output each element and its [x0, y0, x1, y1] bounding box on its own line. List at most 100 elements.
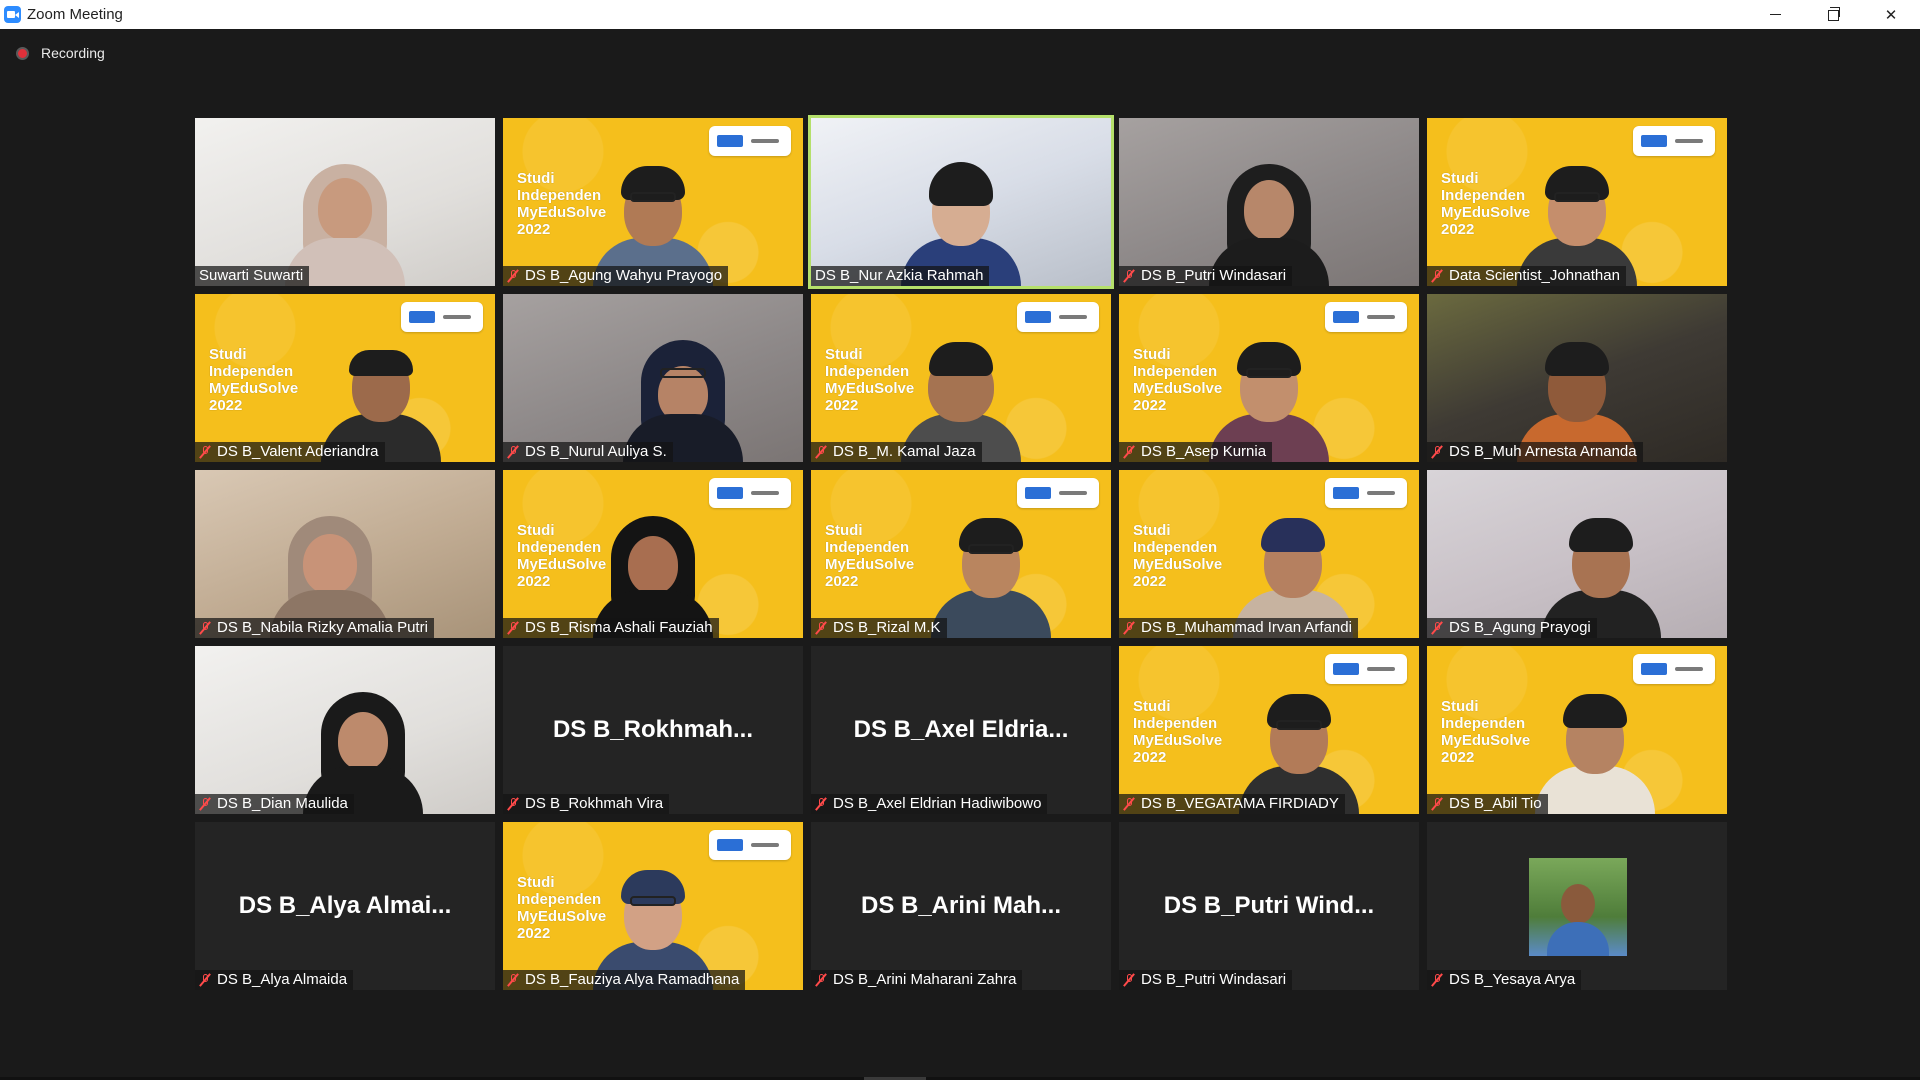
- mic-muted-icon: [1431, 621, 1443, 635]
- participant-video: [1224, 664, 1374, 814]
- restore-icon: [1827, 7, 1840, 21]
- minimize-icon: [1769, 14, 1781, 15]
- participant-nameplate: DS B_Agung Prayogi: [1427, 618, 1597, 638]
- recording-label: Recording: [41, 45, 105, 61]
- title-bar: Zoom Meeting ✕: [0, 0, 1920, 29]
- participant-nameplate: DS B_VEGATAMA FIRDIADY: [1119, 794, 1345, 814]
- video-tile[interactable]: Studi Independen MyEduSolve 2022 DS B_Fa…: [503, 822, 803, 990]
- mic-muted-icon: [199, 621, 211, 635]
- participant-video: [1502, 312, 1652, 462]
- mic-muted-icon: [1431, 797, 1443, 811]
- video-tile[interactable]: Studi Independen MyEduSolve 2022 DS B_Ab…: [1427, 646, 1727, 814]
- participant-nameplate: DS B_Nurul Auliya S.: [503, 442, 673, 462]
- video-tile[interactable]: Studi Independen MyEduSolve 2022 DS B_VE…: [1119, 646, 1419, 814]
- participant-display-name: DS B_Rokhmah...: [552, 716, 754, 743]
- participant-video: [1218, 488, 1368, 638]
- mic-muted-icon: [1431, 445, 1443, 459]
- minimize-button[interactable]: [1746, 0, 1804, 29]
- participant-name: DS B_Muh Arnesta Arnanda: [1449, 443, 1637, 460]
- video-tile-camera-off[interactable]: DS B_Arini Mah... DS B_Arini Maharani Za…: [811, 822, 1111, 990]
- video-tile[interactable]: Studi Independen MyEduSolve 2022 Data Sc…: [1427, 118, 1727, 286]
- participant-nameplate: DS B_Risma Ashali Fauziah: [503, 618, 719, 638]
- video-tile[interactable]: DS B_Putri Windasari: [1119, 118, 1419, 286]
- video-tile[interactable]: DS B_Dian Maulida: [195, 646, 495, 814]
- participant-display-name: DS B_Alya Almai...: [238, 892, 452, 919]
- zoom-app-icon: [4, 6, 21, 23]
- participant-nameplate: DS B_Alya Almaida: [195, 970, 354, 990]
- participant-nameplate: DS B_Fauziya Alya Ramadhana: [503, 970, 746, 990]
- participant-nameplate: DS B_M. Kamal Jaza: [811, 442, 982, 462]
- participant-nameplate: DS B_Nabila Rizky Amalia Putri: [195, 618, 434, 638]
- participant-name: DS B_Rizal M.K: [833, 619, 941, 636]
- mic-muted-icon: [507, 973, 519, 987]
- participant-video: [1194, 312, 1344, 462]
- participant-video: [1194, 136, 1344, 286]
- participant-name: DS B_Putri Windasari: [1141, 971, 1287, 988]
- video-tile[interactable]: Suwarti Suwarti: [195, 118, 495, 286]
- video-tile[interactable]: Studi Independen MyEduSolve 2022 DS B_Mu…: [1119, 470, 1419, 638]
- mic-muted-icon: [1431, 269, 1443, 283]
- participant-video: [288, 664, 438, 814]
- close-button[interactable]: ✕: [1862, 0, 1920, 29]
- mic-muted-icon: [815, 621, 827, 635]
- mic-muted-icon: [507, 269, 519, 283]
- video-tile[interactable]: Studi Independen MyEduSolve 2022 DS B_As…: [1119, 294, 1419, 462]
- participant-video: [916, 488, 1066, 638]
- mic-muted-icon: [199, 445, 211, 459]
- video-tile[interactable]: Studi Independen MyEduSolve 2022 DS B_Ag…: [503, 118, 803, 286]
- recording-icon: [16, 46, 29, 60]
- participant-name: DS B_Valent Aderiandra: [217, 443, 379, 460]
- video-tile-camera-off[interactable]: DS B_Putri Wind... DS B_Putri Windasari: [1119, 822, 1419, 990]
- video-tile[interactable]: Studi Independen MyEduSolve 2022 DS B_Ri…: [503, 470, 803, 638]
- participant-nameplate: DS B_Arini Maharani Zahra: [811, 970, 1023, 990]
- participant-name: DS B_Abil Tio: [1449, 795, 1542, 812]
- participant-nameplate: DS B_Yesaya Arya: [1427, 970, 1582, 990]
- window-title: Zoom Meeting: [27, 6, 123, 23]
- video-tile[interactable]: DS B_Nabila Rizky Amalia Putri: [195, 470, 495, 638]
- video-tile[interactable]: DS B_Nurul Auliya S.: [503, 294, 803, 462]
- recording-indicator[interactable]: Recording: [16, 45, 105, 61]
- participant-nameplate: DS B_Muh Arnesta Arnanda: [1427, 442, 1643, 462]
- participant-name: DS B_Risma Ashali Fauziah: [525, 619, 713, 636]
- participant-video: [1520, 664, 1670, 814]
- gallery-grid: Suwarti Suwarti Studi Independen MyEduSo…: [195, 115, 1727, 990]
- video-tile[interactable]: Studi Independen MyEduSolve 2022 DS B_Ri…: [811, 470, 1111, 638]
- mic-muted-icon: [1431, 973, 1443, 987]
- video-tile[interactable]: Studi Independen MyEduSolve 2022 DS B_M.…: [811, 294, 1111, 462]
- participant-nameplate: Data Scientist_Johnathan: [1427, 266, 1626, 286]
- participant-nameplate: DS B_Putri Windasari: [1119, 266, 1293, 286]
- participant-video: [578, 488, 728, 638]
- participant-video: [886, 136, 1036, 286]
- participant-name: DS B_Alya Almaida: [217, 971, 348, 988]
- participant-name: DS B_Nur Azkia Rahmah: [815, 267, 984, 284]
- participant-name: DS B_Fauziya Alya Ramadhana: [525, 971, 740, 988]
- participant-display-name: DS B_Putri Wind...: [1163, 892, 1375, 919]
- restore-button[interactable]: [1804, 0, 1862, 29]
- participant-name: DS B_Dian Maulida: [217, 795, 348, 812]
- profile-picture: [1529, 858, 1627, 956]
- participant-name: DS B_Asep Kurnia: [1141, 443, 1267, 460]
- video-tile[interactable]: DS B_Agung Prayogi: [1427, 470, 1727, 638]
- video-tile-active-speaker[interactable]: DS B_Nur Azkia Rahmah: [808, 115, 1114, 289]
- video-tile-camera-off[interactable]: DS B_Alya Almai... DS B_Alya Almaida: [195, 822, 495, 990]
- participant-video: [1502, 136, 1652, 286]
- mic-muted-icon: [1123, 621, 1135, 635]
- participant-display-name: DS B_Arini Mah...: [860, 892, 1062, 919]
- mic-muted-icon: [199, 973, 211, 987]
- participant-video: [578, 840, 728, 990]
- video-tile-camera-off[interactable]: DS B_Axel Eldria... DS B_Axel Eldrian Ha…: [811, 646, 1111, 814]
- video-tile[interactable]: Studi Independen MyEduSolve 2022 DS B_Va…: [195, 294, 495, 462]
- participant-name: DS B_VEGATAMA FIRDIADY: [1141, 795, 1339, 812]
- video-tile[interactable]: DS B_Muh Arnesta Arnanda: [1427, 294, 1727, 462]
- video-tile-camera-off[interactable]: DS B_Rokhmah... DS B_Rokhmah Vira: [503, 646, 803, 814]
- participant-name: DS B_Rokhmah Vira: [525, 795, 664, 812]
- participant-video: [255, 488, 405, 638]
- participant-name: Data Scientist_Johnathan: [1449, 267, 1620, 284]
- video-tile-camera-off[interactable]: DS B_Yesaya Arya: [1427, 822, 1727, 990]
- participant-nameplate: DS B_Rizal M.K: [811, 618, 947, 638]
- mic-muted-icon: [1123, 973, 1135, 987]
- participant-nameplate: DS B_Abil Tio: [1427, 794, 1548, 814]
- participant-video: [1526, 488, 1676, 638]
- participant-display-name: DS B_Axel Eldria...: [853, 716, 1069, 743]
- participant-nameplate: DS B_Rokhmah Vira: [503, 794, 670, 814]
